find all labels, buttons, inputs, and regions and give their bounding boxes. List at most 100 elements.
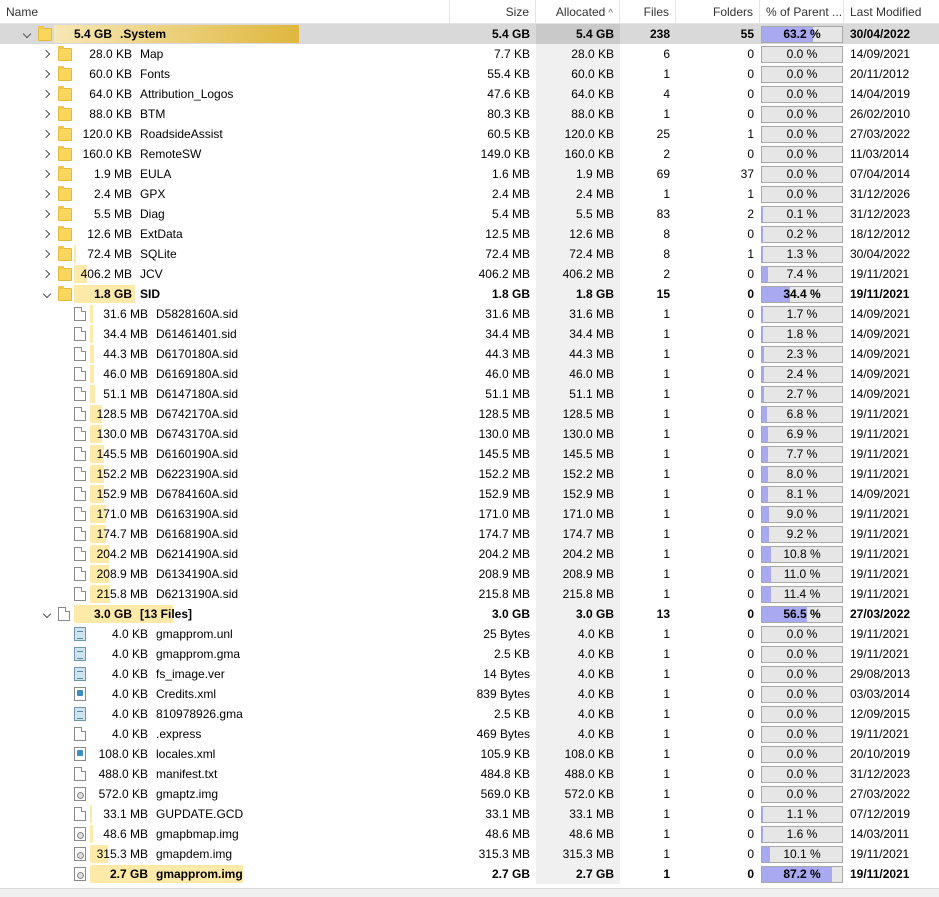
chevron-right-icon[interactable] bbox=[40, 64, 54, 84]
percent-bar: 0.2 % bbox=[761, 226, 843, 243]
chevron-right-icon[interactable] bbox=[40, 244, 54, 264]
chevron-right-icon[interactable] bbox=[40, 144, 54, 164]
table-row[interactable]: 406.2 MB JCV 406.2 MB 406.2 MB 2 0 7.4 % 19/11/… bbox=[0, 264, 939, 284]
table-row[interactable]: 4.0 KB 810978926.gma 2.5 KB 4.0 KB 1 0 0.0 % 12… bbox=[0, 704, 939, 724]
table-row[interactable]: 1.8 GB SID 1.8 GB 1.8 GB 15 0 34.4 % 19/11/2021 bbox=[0, 284, 939, 304]
table-row[interactable]: 12.6 MB ExtData 12.5 MB 12.6 MB 8 0 0.2 % 18/12… bbox=[0, 224, 939, 244]
table-row[interactable]: 5.5 MB Diag 5.4 MB 5.5 MB 83 2 0.1 % 31/12/2023 bbox=[0, 204, 939, 224]
percent-label: 7.4 % bbox=[786, 267, 818, 281]
table-row[interactable]: 488.0 KB manifest.txt 484.8 KB 488.0 KB 1 0 0.… bbox=[0, 764, 939, 784]
column-header-size[interactable]: Size bbox=[450, 0, 536, 24]
size-cell: 12.5 MB bbox=[485, 227, 530, 241]
files-cell: 83 bbox=[656, 207, 670, 221]
modified-cell: 27/03/2022 bbox=[850, 607, 911, 621]
column-header-name[interactable]: Name bbox=[0, 0, 450, 24]
item-name: fs_image.ver bbox=[156, 667, 225, 681]
table-row[interactable]: 120.0 KB RoadsideAssist 60.5 KB 120.0 KB 25 1… bbox=[0, 124, 939, 144]
percent-label: 1.7 % bbox=[786, 307, 818, 321]
table-row[interactable]: 28.0 KB Map 7.7 KB 28.0 KB 6 0 0.0 % 14/09/2021 bbox=[0, 44, 939, 64]
table-row[interactable]: 152.9 MB D6784160A.sid 152.9 MB 152.9 MB 1 0 8… bbox=[0, 484, 939, 504]
table-row[interactable]: 2.4 MB GPX 2.4 MB 2.4 MB 1 1 0.0 % 31/12/2026 bbox=[0, 184, 939, 204]
allocated-cell: 4.0 KB bbox=[536, 664, 620, 684]
item-name: D6168190A.sid bbox=[156, 527, 239, 541]
table-row[interactable]: 34.4 MB D61461401.sid 34.4 MB 34.4 MB 1 0 1.8 … bbox=[0, 324, 939, 344]
chevron-right-icon[interactable] bbox=[40, 204, 54, 224]
table-row[interactable]: 51.1 MB D6147180A.sid 51.1 MB 51.1 MB 1 0 2.7 … bbox=[0, 384, 939, 404]
table-row[interactable]: 64.0 KB Attribution_Logos 47.6 KB 64.0 KB 4 0… bbox=[0, 84, 939, 104]
table-row[interactable]: 46.0 MB D6169180A.sid 46.0 MB 46.0 MB 1 0 2.4 … bbox=[0, 364, 939, 384]
folders-cell: 0 bbox=[747, 487, 754, 501]
table-row[interactable]: 44.3 MB D6170180A.sid 44.3 MB 44.3 MB 1 0 2.3 … bbox=[0, 344, 939, 364]
table-row[interactable]: 5.4 GB .System 5.4 GB 5.4 GB 238 55 63.2 % 30/0… bbox=[0, 24, 939, 44]
modified-cell: 19/11/2021 bbox=[850, 527, 910, 541]
column-header-files[interactable]: Files bbox=[620, 0, 676, 24]
table-row[interactable]: 4.0 KB gmapprom.unl 25 Bytes 4.0 KB 1 0 0.0 % 1… bbox=[0, 624, 939, 644]
column-header: Name Size Allocated ^ Files Folders % of … bbox=[0, 0, 939, 24]
table-row[interactable]: 160.0 KB RemoteSW 149.0 KB 160.0 KB 2 0 0.0 % 1… bbox=[0, 144, 939, 164]
table-row[interactable]: 3.0 GB [13 Files] 3.0 GB 3.0 GB 13 0 56.5 % 27/… bbox=[0, 604, 939, 624]
folders-cell: 0 bbox=[747, 147, 754, 161]
table-row[interactable]: 4.0 KB .express 469 Bytes 4.0 KB 1 0 0.0 % 19/1… bbox=[0, 724, 939, 744]
size-cell: 204.2 MB bbox=[478, 547, 530, 561]
table-row[interactable]: 2.7 GB gmapprom.img 2.7 GB 2.7 GB 1 0 87.2 % 19… bbox=[0, 864, 939, 884]
sort-up-icon: ^ bbox=[608, 8, 613, 19]
percent-label: 2.4 % bbox=[786, 367, 818, 381]
table-row[interactable]: 60.0 KB Fonts 55.4 KB 60.0 KB 1 0 0.0 % 20/11/2… bbox=[0, 64, 939, 84]
size-bar-label: 34.4 MB bbox=[103, 327, 148, 341]
percent-bar: 0.0 % bbox=[761, 666, 843, 683]
table-row[interactable]: 4.0 KB gmapprom.gma 2.5 KB 4.0 KB 1 0 0.0 % 19/… bbox=[0, 644, 939, 664]
percent-label: 9.2 % bbox=[786, 527, 818, 541]
table-row[interactable]: 4.0 KB Credits.xml 839 Bytes 4.0 KB 1 0 0.0 % 0… bbox=[0, 684, 939, 704]
folders-cell: 0 bbox=[747, 427, 754, 441]
allocated-cell: 488.0 KB bbox=[536, 764, 620, 784]
size-bar-label: 130.0 MB bbox=[96, 427, 148, 441]
table-row[interactable]: 72.4 MB SQLite 72.4 MB 72.4 MB 8 1 1.3 % 30/04/… bbox=[0, 244, 939, 264]
table-row[interactable]: 174.7 MB D6168190A.sid 174.7 MB 174.7 MB 1 0 9… bbox=[0, 524, 939, 544]
percent-bar: 1.7 % bbox=[761, 306, 843, 323]
column-header-modified[interactable]: Last Modified bbox=[844, 0, 939, 24]
size-cell: 51.1 MB bbox=[485, 387, 530, 401]
folder-icon bbox=[58, 106, 72, 121]
chevron-right-icon[interactable] bbox=[40, 44, 54, 64]
table-row[interactable]: 204.2 MB D6214190A.sid 204.2 MB 204.2 MB 1 0 1… bbox=[0, 544, 939, 564]
table-row[interactable]: 145.5 MB D6160190A.sid 145.5 MB 145.5 MB 1 0 7… bbox=[0, 444, 939, 464]
chevron-down-icon[interactable] bbox=[40, 284, 54, 304]
item-name: 810978926.gma bbox=[156, 707, 243, 721]
table-row[interactable]: 208.9 MB D6134190A.sid 208.9 MB 208.9 MB 1 0 1… bbox=[0, 564, 939, 584]
column-header-allocated[interactable]: Allocated ^ bbox=[536, 0, 620, 24]
chevron-right-icon[interactable] bbox=[40, 184, 54, 204]
column-header-folders[interactable]: Folders bbox=[676, 0, 760, 24]
allocated-cell: 33.1 MB bbox=[536, 804, 620, 824]
chevron-right-icon[interactable] bbox=[40, 164, 54, 184]
chevron-right-icon[interactable] bbox=[40, 264, 54, 284]
chevron-down-icon[interactable] bbox=[20, 24, 34, 44]
size-cell: 149.0 KB bbox=[480, 147, 530, 161]
percent-label: 7.7 % bbox=[786, 447, 818, 461]
column-header-percent[interactable]: % of Parent ... bbox=[760, 0, 844, 24]
chevron-right-icon[interactable] bbox=[40, 224, 54, 244]
size-bar-label: 204.2 MB bbox=[96, 547, 148, 561]
table-row[interactable]: 171.0 MB D6163190A.sid 171.0 MB 171.0 MB 1 0 9… bbox=[0, 504, 939, 524]
table-row[interactable]: 33.1 MB GUPDATE.GCD 33.1 MB 33.1 MB 1 0 1.1 % 0… bbox=[0, 804, 939, 824]
table-row[interactable]: 4.0 KB fs_image.ver 14 Bytes 4.0 KB 1 0 0.0 % 2… bbox=[0, 664, 939, 684]
chevron-down-icon[interactable] bbox=[40, 604, 54, 624]
table-row[interactable]: 315.3 MB gmapdem.img 315.3 MB 315.3 MB 1 0 10.… bbox=[0, 844, 939, 864]
table-row[interactable]: 108.0 KB locales.xml 105.9 KB 108.0 KB 1 0 0.0… bbox=[0, 744, 939, 764]
size-bar-label: 171.0 MB bbox=[96, 507, 148, 521]
table-row[interactable]: 152.2 MB D6223190A.sid 152.2 MB 152.2 MB 1 0 8… bbox=[0, 464, 939, 484]
table-row[interactable]: 128.5 MB D6742170A.sid 128.5 MB 128.5 MB 1 0 6… bbox=[0, 404, 939, 424]
chevron-right-icon[interactable] bbox=[40, 124, 54, 144]
chevron-right-icon[interactable] bbox=[40, 104, 54, 124]
table-row[interactable]: 1.9 MB EULA 1.6 MB 1.9 MB 69 37 0.0 % 07/04/201… bbox=[0, 164, 939, 184]
item-name: D6163190A.sid bbox=[156, 507, 239, 521]
percent-label: 1.3 % bbox=[786, 247, 818, 261]
percent-label: 10.1 % bbox=[783, 847, 821, 861]
size-bar-label: 1.9 MB bbox=[93, 167, 132, 181]
table-row[interactable]: 215.8 MB D6213190A.sid 215.8 MB 215.8 MB 1 0 1… bbox=[0, 584, 939, 604]
chevron-right-icon[interactable] bbox=[40, 84, 54, 104]
table-row[interactable]: 31.6 MB D5828160A.sid 31.6 MB 31.6 MB 1 0 1.7 … bbox=[0, 304, 939, 324]
table-row[interactable]: 48.6 MB gmapbmap.img 48.6 MB 48.6 MB 1 0 1.6 %… bbox=[0, 824, 939, 844]
table-row[interactable]: 572.0 KB gmaptz.img 569.0 KB 572.0 KB 1 0 0.0 … bbox=[0, 784, 939, 804]
table-row[interactable]: 130.0 MB D6743170A.sid 130.0 MB 130.0 MB 1 0 6… bbox=[0, 424, 939, 444]
table-row[interactable]: 88.0 KB BTM 80.3 KB 88.0 KB 1 0 0.0 % 26/02/201… bbox=[0, 104, 939, 124]
